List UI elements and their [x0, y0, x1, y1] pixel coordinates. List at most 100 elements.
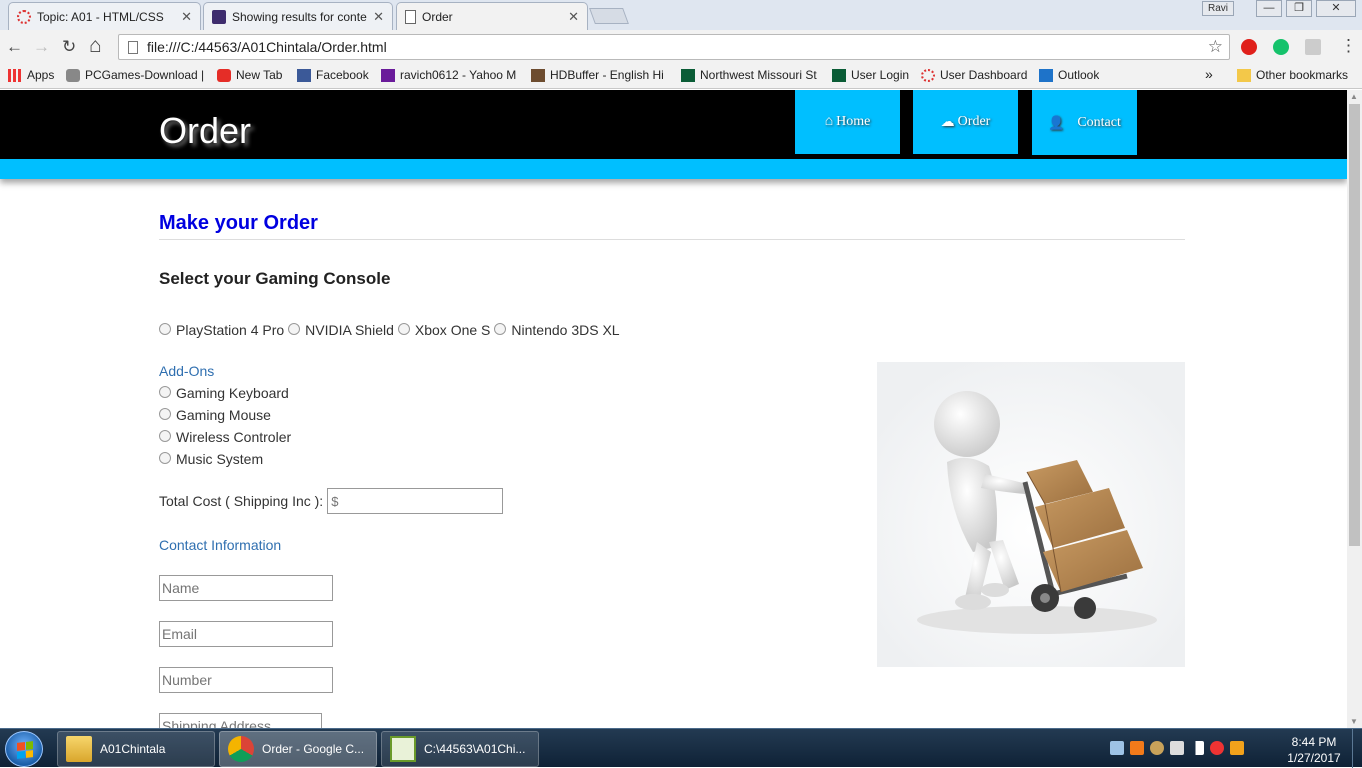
bookmark-apps[interactable]: Apps: [8, 68, 54, 82]
console-label: NVIDIA Shield: [305, 322, 394, 338]
console-radio[interactable]: [288, 323, 301, 335]
facebook-icon: [297, 68, 311, 82]
contact-heading: Contact Information: [159, 537, 282, 553]
minimize-button[interactable]: —: [1256, 0, 1282, 17]
bookmark-label: HDBuffer - English Hi: [550, 68, 664, 82]
security-icon[interactable]: [1230, 741, 1244, 755]
console-label: Nintendo 3DS XL: [511, 322, 620, 338]
page-title: Make your Order: [159, 212, 318, 234]
cloud-icon: ☁: [940, 114, 955, 130]
grammarly-extension-icon[interactable]: [1273, 39, 1289, 55]
address-text: file:///C:/44563/A01Chintala/Order.html: [147, 39, 387, 55]
bookmark-hdbuffer[interactable]: HDBuffer - English Hi: [531, 68, 671, 82]
console-radio[interactable]: [397, 323, 410, 335]
menu-icon[interactable]: ⋮: [1340, 36, 1357, 56]
console-radio[interactable]: [494, 323, 507, 335]
addon-radio[interactable]: [159, 408, 171, 420]
header-accent-band: [0, 159, 1347, 179]
bookmark-label: Facebook: [316, 68, 369, 82]
windows-logo-icon: [17, 741, 33, 759]
email-field[interactable]: [159, 621, 333, 647]
total-cost-label: Total Cost ( Shipping Inc ):: [159, 493, 324, 509]
bookmark-pcgames[interactable]: PCGames-Download |: [66, 68, 206, 82]
name-field[interactable]: [159, 575, 333, 601]
taskbar-item-chrome[interactable]: Order - Google C...: [219, 731, 377, 767]
gamepad-icon: [66, 68, 80, 82]
address-bar[interactable]: file:///C:/44563/A01Chintala/Order.html …: [118, 34, 1230, 60]
scroll-thumb[interactable]: [1349, 104, 1360, 546]
bookmark-label: Apps: [27, 68, 55, 82]
bookmark-user-dashboard[interactable]: User Dashboard: [921, 68, 1027, 82]
bookmark-new-tab[interactable]: New Tab: [217, 68, 282, 82]
browser-tab-strip: Topic: A01 - HTML/CSS ✕ Showing results …: [0, 0, 1362, 31]
home-icon: ⌂: [824, 114, 834, 129]
notepad-plus-icon: [390, 736, 416, 762]
close-icon[interactable]: ✕: [181, 9, 192, 25]
profile-button[interactable]: Ravi: [1201, 1, 1234, 16]
console-label: PlayStation 4 Pro: [176, 322, 285, 338]
network-tray-icon[interactable]: [1150, 741, 1164, 755]
northwest-favicon-icon: [212, 9, 226, 24]
northwest-n-icon: [681, 68, 695, 82]
show-desktop-button[interactable]: [1352, 729, 1362, 768]
signal-icon[interactable]: [1190, 741, 1204, 755]
document-favicon-icon: [405, 10, 416, 24]
new-tab-button[interactable]: [589, 8, 629, 24]
northwest-n-icon: [832, 68, 846, 82]
tab-search-results[interactable]: Showing results for conte ✕: [203, 2, 393, 30]
close-icon[interactable]: ✕: [373, 9, 384, 25]
bookmark-facebook[interactable]: Facebook: [297, 68, 369, 82]
tab-order[interactable]: Order ✕: [396, 2, 588, 31]
volume-muted-icon[interactable]: [1210, 741, 1224, 755]
forward-button[interactable]: →: [33, 37, 50, 57]
device-tray-icon[interactable]: [1170, 741, 1184, 755]
shipping-address-field[interactable]: [159, 713, 322, 728]
nav-home[interactable]: ⌂ Home: [795, 90, 900, 154]
bookmark-outlook[interactable]: Outlook: [1039, 68, 1099, 82]
bookmark-star-icon[interactable]: ☆: [1208, 37, 1223, 57]
hdbuffer-icon: [531, 68, 545, 82]
console-options: PlayStation 4 Pro NVIDIA Shield Xbox One…: [159, 322, 624, 338]
yahoo-mail-icon: [381, 68, 395, 82]
console-radio[interactable]: [159, 323, 171, 335]
bookmarks-overflow-button[interactable]: »: [1205, 66, 1213, 82]
back-button[interactable]: ←: [6, 37, 23, 57]
vertical-scrollbar[interactable]: ▲ ▼: [1347, 90, 1362, 728]
bookmark-northwest[interactable]: Northwest Missouri St: [681, 68, 821, 82]
bookmark-user-login[interactable]: User Login: [832, 68, 909, 82]
bookmark-label: User Login: [851, 68, 910, 82]
home-button[interactable]: ⌂: [89, 34, 102, 58]
system-clock[interactable]: 8:44 PM 1/27/2017: [1281, 734, 1347, 766]
window-controls: Ravi — ❐ ✕: [1201, 0, 1356, 17]
taskbar-label: C:\44563\A01Chi...: [424, 742, 526, 756]
nav-order[interactable]: ☁ Order: [913, 90, 1018, 154]
close-icon[interactable]: ✕: [568, 9, 579, 25]
nav-label: Contact: [1077, 114, 1121, 130]
addon-radio[interactable]: [159, 386, 171, 398]
bookmark-yahoo[interactable]: ravich0612 - Yahoo M: [381, 68, 521, 82]
addon-radio[interactable]: [159, 452, 171, 464]
opera-extension-icon[interactable]: [1241, 39, 1257, 55]
reload-button[interactable]: ↻: [62, 37, 76, 57]
pdf-extension-icon[interactable]: [1305, 39, 1321, 55]
dropbox-icon[interactable]: [1110, 741, 1124, 755]
taskbar-item-editor[interactable]: C:\44563\A01Chi...: [381, 731, 539, 767]
scroll-up-arrow-icon[interactable]: ▲: [1350, 92, 1358, 101]
number-field[interactable]: [159, 667, 333, 693]
addon-option: Gaming Keyboard: [159, 385, 289, 401]
addon-radio[interactable]: [159, 430, 171, 442]
close-window-button[interactable]: ✕: [1316, 0, 1356, 17]
app-tray-icon[interactable]: [1130, 741, 1144, 755]
tab-title: Showing results for conte: [232, 9, 367, 24]
other-bookmarks[interactable]: Other bookmarks: [1237, 68, 1348, 82]
scroll-down-arrow-icon[interactable]: ▼: [1350, 717, 1358, 726]
bookmark-label: New Tab: [236, 68, 283, 82]
start-button[interactable]: [5, 731, 43, 767]
restore-button[interactable]: ❐: [1286, 0, 1312, 17]
taskbar-item-explorer[interactable]: A01Chintala: [57, 731, 215, 767]
nav-contact[interactable]: 👤 Contact: [1032, 90, 1137, 155]
folder-icon: [66, 736, 92, 762]
tab-topic-a01[interactable]: Topic: A01 - HTML/CSS ✕: [8, 2, 201, 30]
total-cost-input[interactable]: [327, 488, 504, 514]
addon-label: Music System: [176, 451, 264, 467]
